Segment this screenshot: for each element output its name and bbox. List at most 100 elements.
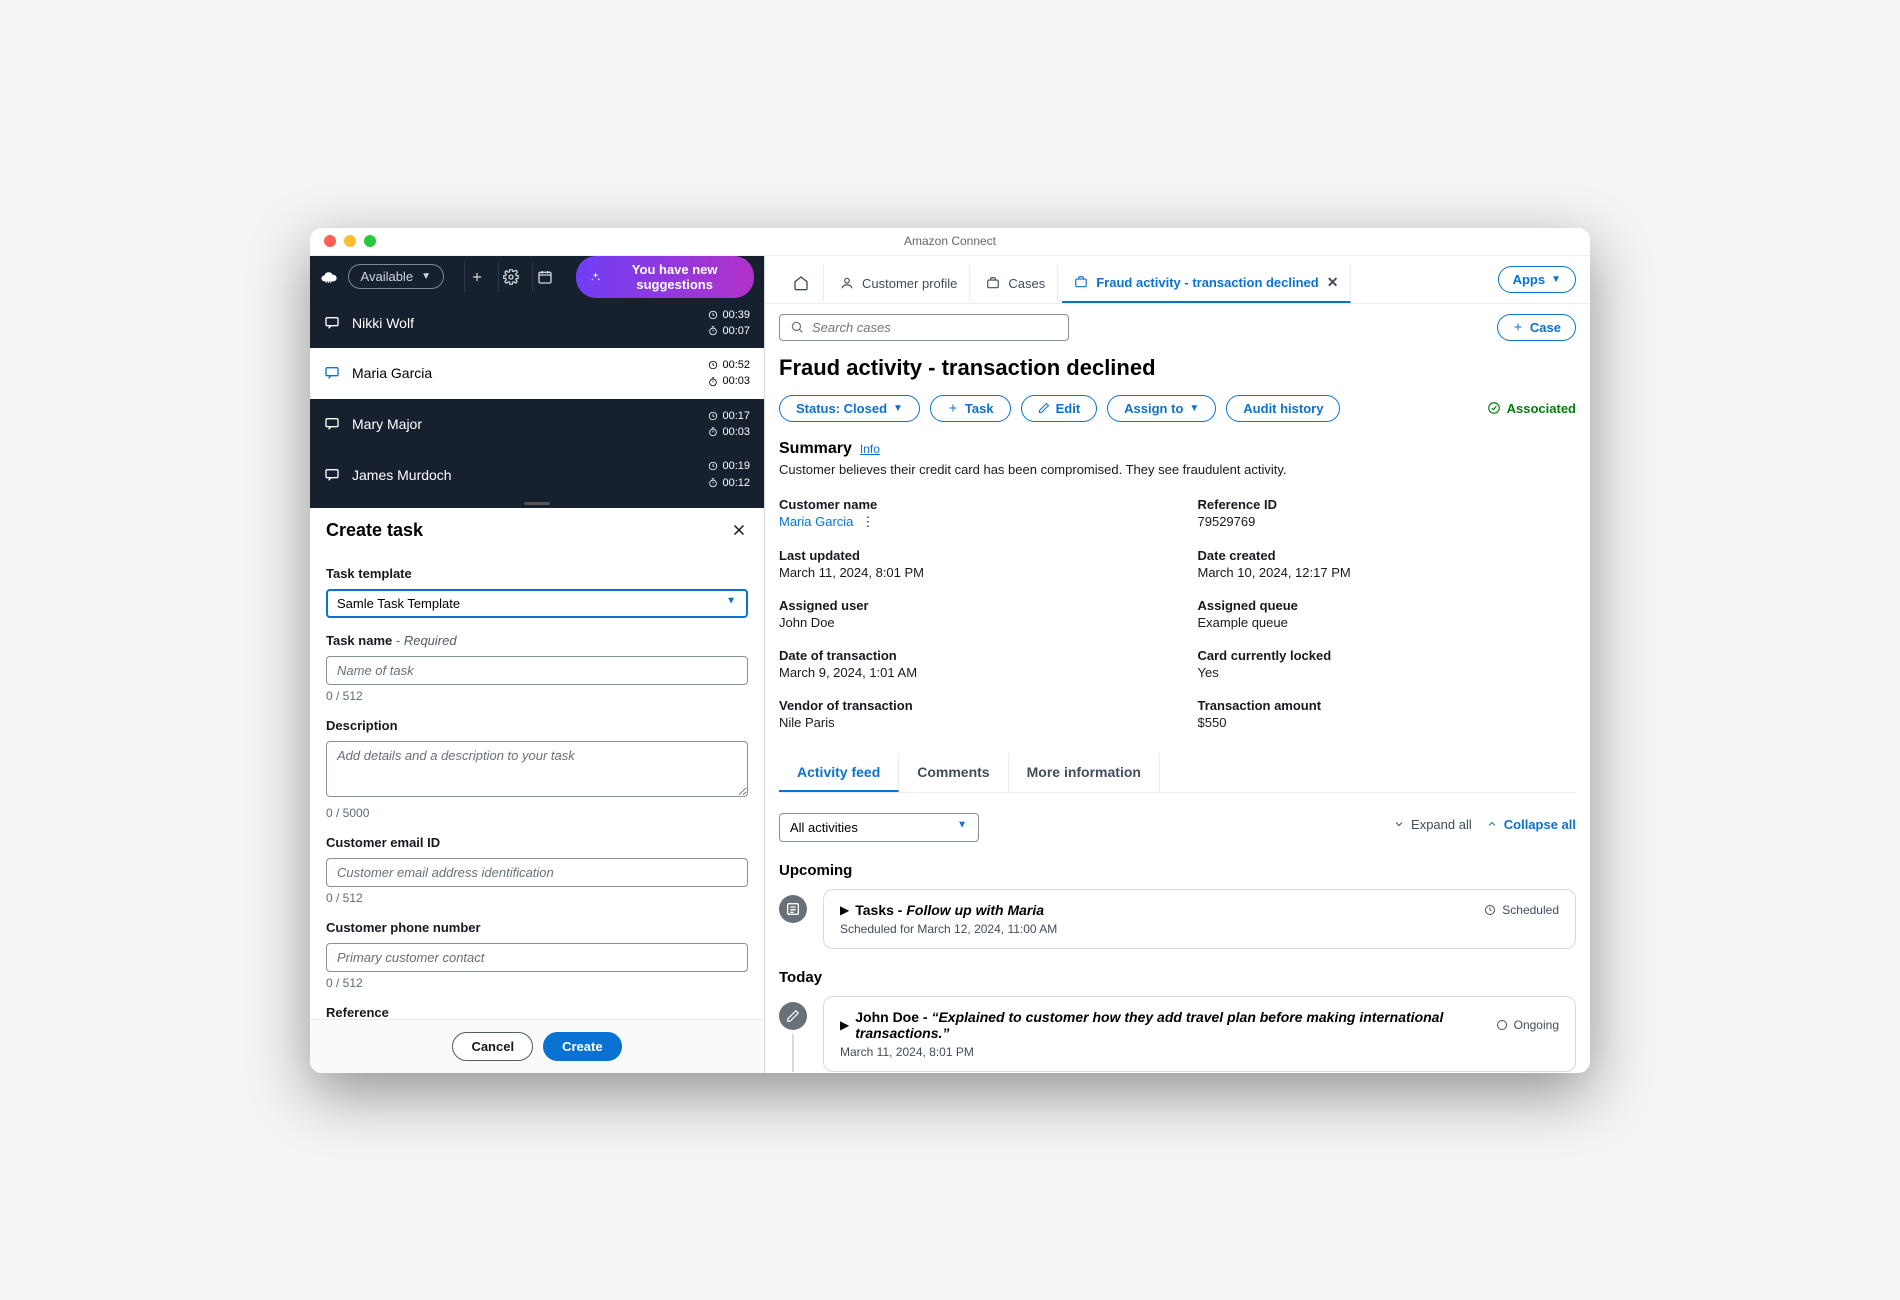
agent-status-dropdown[interactable]: Available ▼ bbox=[348, 264, 444, 289]
maximize-window-icon[interactable] bbox=[364, 235, 376, 247]
edit-icon bbox=[1038, 402, 1050, 414]
contact-row[interactable]: Maria Garcia 00:52 00:03 bbox=[310, 348, 764, 399]
add-task-button[interactable]: Task bbox=[930, 395, 1011, 422]
expand-caret-icon[interactable]: ▶ bbox=[840, 1018, 849, 1032]
clock-icon bbox=[1484, 904, 1496, 916]
suggestions-button[interactable]: You have new suggestions bbox=[576, 256, 754, 298]
edit-case-button[interactable]: Edit bbox=[1021, 395, 1098, 422]
subtab-more-information[interactable]: More information bbox=[1009, 754, 1160, 792]
template-select[interactable]: Samle Task Template bbox=[326, 589, 748, 618]
expand-all-button[interactable]: Expand all bbox=[1393, 817, 1472, 832]
clock-icon bbox=[708, 411, 718, 421]
clock-icon bbox=[708, 310, 718, 320]
resize-handle[interactable] bbox=[310, 500, 764, 508]
contact-name: Nikki Wolf bbox=[352, 315, 414, 331]
window-controls bbox=[310, 235, 376, 247]
contacts-list: Nikki Wolf 00:39 00:07 Maria Garcia 00:5… bbox=[310, 298, 764, 508]
chat-icon bbox=[324, 416, 340, 432]
contact-name: Mary Major bbox=[352, 416, 422, 432]
upcoming-heading: Upcoming bbox=[779, 862, 1576, 879]
today-heading: Today bbox=[779, 969, 1576, 986]
associated-badge: Associated bbox=[1487, 401, 1576, 416]
case-subtabs: Activity feed Comments More information bbox=[779, 754, 1576, 793]
chevron-down-icon bbox=[1393, 818, 1405, 830]
titlebar: Amazon Connect bbox=[310, 228, 1590, 256]
contact-name: James Murdoch bbox=[352, 467, 452, 483]
summary-info-link[interactable]: Info bbox=[860, 442, 880, 456]
subtab-activity-feed[interactable]: Activity feed bbox=[779, 754, 899, 792]
phone-label: Customer phone number bbox=[326, 920, 481, 935]
chevron-up-icon bbox=[1486, 818, 1498, 830]
calendar-button[interactable] bbox=[532, 262, 556, 292]
summary-text: Customer believes their credit card has … bbox=[779, 462, 1576, 477]
create-button[interactable]: Create bbox=[543, 1032, 621, 1061]
summary-heading: Summary Info bbox=[779, 440, 1576, 458]
assign-to-dropdown[interactable]: Assign to ▼ bbox=[1107, 395, 1216, 422]
phone-input[interactable] bbox=[326, 943, 748, 972]
reference-label: Reference bbox=[326, 1005, 389, 1019]
customer-name-link[interactable]: Maria Garcia bbox=[779, 514, 853, 529]
chevron-down-icon: ▼ bbox=[421, 271, 431, 282]
briefcase-icon bbox=[1074, 275, 1088, 289]
status-badge: Ongoing bbox=[1496, 1018, 1559, 1032]
email-input[interactable] bbox=[326, 858, 748, 887]
chat-icon bbox=[324, 315, 340, 331]
apps-dropdown[interactable]: Apps ▼ bbox=[1498, 266, 1576, 293]
settings-button[interactable] bbox=[498, 262, 522, 292]
window-title: Amazon Connect bbox=[904, 234, 996, 248]
new-contact-button[interactable] bbox=[464, 262, 488, 292]
search-cases-input[interactable] bbox=[779, 314, 1069, 341]
close-window-icon[interactable] bbox=[324, 235, 336, 247]
close-icon[interactable] bbox=[730, 521, 748, 539]
create-task-panel: Create task Task template Samle Task Tem… bbox=[310, 508, 764, 1073]
template-label: Task template bbox=[326, 566, 412, 581]
minimize-window-icon[interactable] bbox=[344, 235, 356, 247]
tab-customer-profile[interactable]: Customer profile bbox=[828, 266, 970, 301]
tab-home[interactable] bbox=[779, 265, 824, 301]
tab-fraud-activity[interactable]: Fraud activity - transaction declined ✕ bbox=[1062, 264, 1351, 303]
collapse-all-button[interactable]: Collapse all bbox=[1486, 817, 1576, 832]
status-dropdown[interactable]: Status: Closed ▼ bbox=[779, 395, 920, 422]
subtab-comments[interactable]: Comments bbox=[899, 754, 1008, 792]
briefcase-icon bbox=[986, 276, 1000, 290]
task-list-icon bbox=[779, 895, 807, 923]
suggestions-label: You have new suggestions bbox=[609, 262, 740, 292]
feed-card[interactable]: ▶ John Doe - “Explained to customer how … bbox=[823, 996, 1576, 1072]
description-counter: 0 / 5000 bbox=[326, 806, 748, 820]
contact-row[interactable]: Mary Major 00:17 00:03 bbox=[310, 399, 764, 450]
task-name-input[interactable] bbox=[326, 656, 748, 685]
clock-icon bbox=[708, 461, 718, 471]
feed-item-upcoming: ▶ Tasks - Follow up with Maria Scheduled… bbox=[779, 889, 1576, 949]
sparkles-icon bbox=[590, 270, 601, 284]
chevron-down-icon: ▼ bbox=[893, 403, 903, 414]
email-counter: 0 / 512 bbox=[326, 891, 748, 905]
contact-row[interactable]: James Murdoch 00:19 00:12 bbox=[310, 449, 764, 500]
expand-caret-icon[interactable]: ▶ bbox=[840, 903, 849, 917]
home-icon bbox=[793, 275, 809, 291]
timer-icon bbox=[708, 427, 718, 437]
connect-logo-icon bbox=[320, 266, 338, 288]
tab-cases[interactable]: Cases bbox=[974, 266, 1058, 301]
activities-filter-select[interactable]: All activities bbox=[779, 813, 979, 842]
chevron-down-icon: ▼ bbox=[1189, 403, 1199, 414]
plus-icon bbox=[1512, 321, 1524, 333]
description-input[interactable] bbox=[326, 741, 748, 797]
status-badge: Scheduled bbox=[1484, 903, 1559, 917]
close-tab-icon[interactable]: ✕ bbox=[1327, 274, 1339, 291]
agent-panel: Available ▼ You have new suggestions bbox=[310, 256, 765, 1073]
clock-icon bbox=[708, 360, 718, 370]
edit-note-icon bbox=[779, 1002, 807, 1030]
customer-menu-icon[interactable]: ⋮ bbox=[861, 514, 874, 530]
timer-icon bbox=[708, 326, 718, 336]
cancel-button[interactable]: Cancel bbox=[452, 1032, 533, 1061]
task-name-counter: 0 / 512 bbox=[326, 689, 748, 703]
agent-toolbar: Available ▼ You have new suggestions bbox=[310, 256, 764, 298]
new-case-button[interactable]: Case bbox=[1497, 314, 1576, 341]
feed-card[interactable]: ▶ Tasks - Follow up with Maria Scheduled… bbox=[823, 889, 1576, 949]
contact-timers: 00:19 00:12 bbox=[708, 459, 750, 490]
contact-row[interactable]: Nikki Wolf 00:39 00:07 bbox=[310, 298, 764, 349]
user-icon bbox=[840, 276, 854, 290]
ongoing-icon bbox=[1496, 1019, 1508, 1031]
contact-timers: 00:52 00:03 bbox=[708, 358, 750, 389]
audit-history-button[interactable]: Audit history bbox=[1226, 395, 1340, 422]
